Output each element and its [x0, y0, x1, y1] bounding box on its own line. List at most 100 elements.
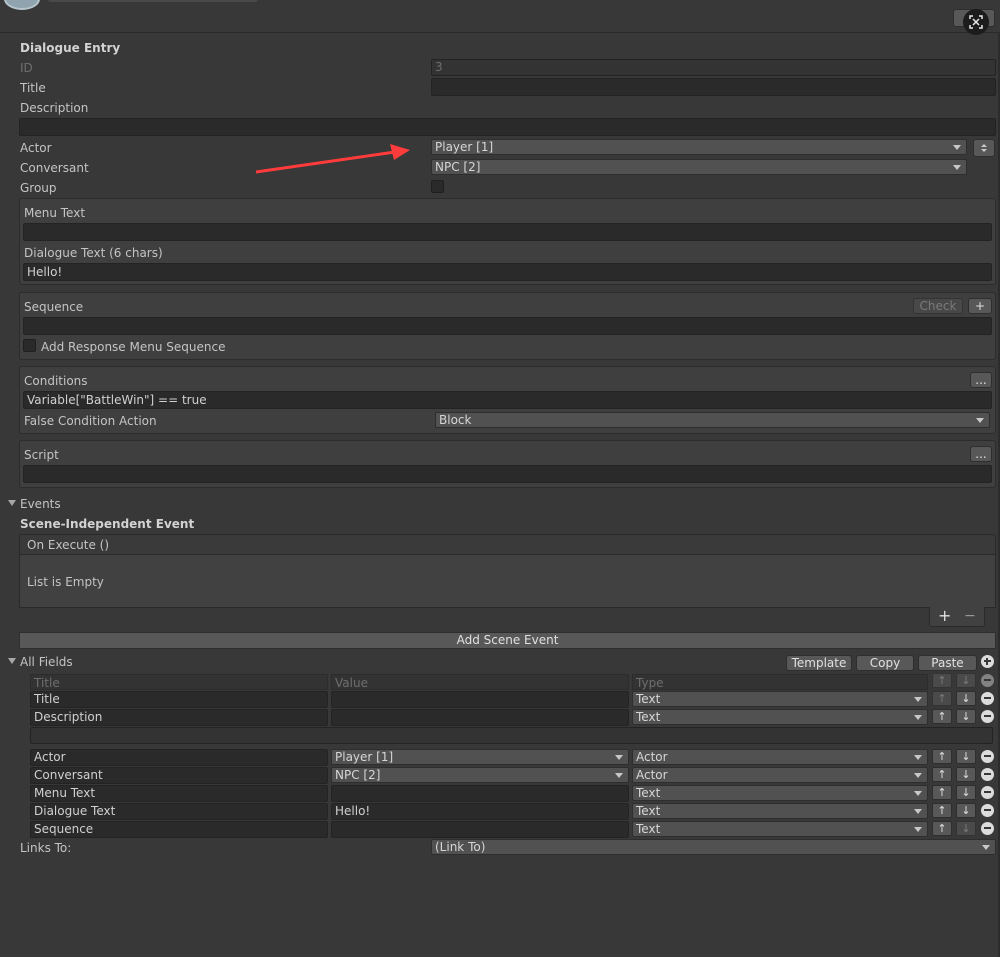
- title-input[interactable]: [431, 78, 996, 96]
- field-row-description-remove-icon[interactable]: [981, 710, 994, 723]
- field-row-sequence-title[interactable]: Sequence: [30, 821, 328, 838]
- all-fields-foldout-icon[interactable]: [8, 658, 16, 664]
- copy-button[interactable]: Copy: [856, 655, 914, 671]
- dialogue-text-input[interactable]: Hello!: [23, 263, 992, 281]
- field-row-sequence-remove-icon[interactable]: [981, 822, 994, 835]
- links-to-dropdown[interactable]: (Link To): [431, 839, 996, 855]
- chevron-down-icon: [914, 809, 922, 814]
- description-input[interactable]: [19, 118, 996, 136]
- add-scene-event-label: Add Scene Event: [456, 633, 559, 647]
- field-row-actor-title[interactable]: Actor: [30, 749, 328, 766]
- field-row-actor-type-dropdown[interactable]: Actor: [632, 749, 928, 765]
- sequence-label: Sequence: [24, 300, 84, 314]
- add-field-icon[interactable]: [981, 655, 994, 668]
- field-row-title-value[interactable]: [331, 691, 629, 708]
- field-row-dialogue-text-remove-icon[interactable]: [981, 804, 994, 817]
- arrow-up-icon: ↑: [937, 692, 947, 705]
- conversant-dropdown[interactable]: NPC [2]: [431, 159, 967, 175]
- field-row-conversant-title[interactable]: Conversant: [30, 767, 328, 784]
- field-title-text: Description: [34, 710, 103, 724]
- sequence-check-label: Check: [919, 299, 957, 313]
- field-row-title-remove-icon[interactable]: [981, 692, 994, 705]
- field-row-actor-value-dropdown[interactable]: Player [1]: [331, 749, 629, 765]
- chevron-down-icon: [976, 418, 984, 423]
- field-row-dialogue-text-move-down-button[interactable]: ↓: [956, 803, 976, 818]
- arrow-down-icon: ↓: [961, 804, 971, 817]
- field-row-sequence-type-dropdown[interactable]: Text: [632, 821, 928, 837]
- on-execute-header: [19, 534, 996, 554]
- sequence-check-button[interactable]: Check: [913, 298, 963, 314]
- conditions-more-button[interactable]: ...: [970, 372, 992, 388]
- field-row-sequence-move-up-button[interactable]: ↑: [932, 821, 952, 836]
- column-value-header: Value: [331, 674, 629, 690]
- field-row-title-type-dropdown[interactable]: Text: [632, 691, 928, 707]
- field-row-conversant-type-dropdown[interactable]: Actor: [632, 767, 928, 783]
- field-value-text: NPC [2]: [335, 768, 381, 782]
- actor-dropdown-value: Player [1]: [435, 140, 494, 154]
- field-row-menu-text-move-down-button[interactable]: ↓: [956, 785, 976, 800]
- field-row-menu-text-value[interactable]: [331, 785, 629, 802]
- add-response-sequence-checkbox[interactable]: [23, 339, 36, 352]
- field-row-sequence-value[interactable]: [331, 821, 629, 838]
- field-row-menu-text-remove-icon[interactable]: [981, 786, 994, 799]
- script-input[interactable]: [23, 465, 992, 483]
- field-row-conversant-move-down-button[interactable]: ↓: [956, 767, 976, 782]
- swap-icon: [981, 144, 987, 152]
- scene-independent-event-label: Scene-Independent Event: [20, 517, 195, 531]
- conversant-dropdown-value: NPC [2]: [435, 160, 481, 174]
- group-checkbox[interactable]: [431, 180, 444, 193]
- field-row-actor-move-up-button[interactable]: ↑: [932, 749, 952, 764]
- field-row-dialogue-text-title[interactable]: Dialogue Text: [30, 803, 328, 820]
- swap-actors-button[interactable]: [973, 139, 995, 157]
- add-scene-event-button[interactable]: Add Scene Event: [19, 632, 996, 649]
- paste-button[interactable]: Paste: [918, 655, 977, 671]
- script-label: Script: [24, 448, 59, 462]
- sequence-input[interactable]: [23, 317, 992, 335]
- arrow-down-icon: ↓: [961, 822, 971, 835]
- arrow-down-icon: ↓: [961, 750, 971, 763]
- arrow-up-icon: ↑: [937, 822, 947, 835]
- script-more-button[interactable]: ...: [970, 446, 992, 462]
- field-row-conversant-move-up-button[interactable]: ↑: [932, 767, 952, 782]
- title-label: Title: [20, 81, 46, 95]
- field-row-description-title[interactable]: Description: [30, 709, 328, 726]
- menu-text-input[interactable]: [23, 223, 992, 241]
- field-row-menu-text-move-up-button[interactable]: ↑: [932, 785, 952, 800]
- chevron-down-icon: [982, 845, 990, 850]
- description-multiline-value[interactable]: [30, 727, 993, 744]
- field-row-conversant-remove-icon[interactable]: [981, 768, 994, 781]
- field-row-menu-text-type-dropdown[interactable]: Text: [632, 785, 928, 801]
- field-row-actor-move-down-button[interactable]: ↓: [956, 749, 976, 764]
- arrow-down-icon: ↓: [961, 768, 971, 781]
- false-condition-action-dropdown[interactable]: Block: [435, 412, 990, 428]
- template-button[interactable]: Template: [786, 655, 852, 671]
- field-row-title-move-down-button[interactable]: ↓: [956, 691, 976, 706]
- arrow-down-icon: ↓: [961, 710, 971, 723]
- sequence-add-button[interactable]: +: [968, 298, 992, 314]
- all-fields-label[interactable]: All Fields: [20, 654, 73, 670]
- field-title-text: Actor: [34, 750, 66, 764]
- screenshot-icon[interactable]: [963, 9, 989, 35]
- events-label[interactable]: Events: [20, 496, 61, 512]
- field-row-actor-remove-icon[interactable]: [981, 750, 994, 763]
- remove-event-button[interactable]: −: [964, 608, 976, 624]
- arrow-up-icon: ↑: [937, 786, 947, 799]
- chevron-down-icon: [914, 791, 922, 796]
- field-row-description-move-down-button[interactable]: ↓: [956, 709, 976, 724]
- field-row-conversant-value-dropdown[interactable]: NPC [2]: [331, 767, 629, 783]
- field-row-dialogue-text-move-up-button[interactable]: ↑: [932, 803, 952, 818]
- conditions-input[interactable]: Variable["BattleWin"] == true: [23, 391, 992, 409]
- field-row-menu-text-title[interactable]: Menu Text: [30, 785, 328, 802]
- add-event-button[interactable]: +: [938, 608, 951, 624]
- chevron-down-icon: [953, 165, 961, 170]
- events-foldout-icon[interactable]: [8, 500, 16, 506]
- field-row-title-title[interactable]: Title: [30, 691, 328, 708]
- sequence-add-label: +: [974, 299, 986, 313]
- field-row-description-move-up-button[interactable]: ↑: [932, 709, 952, 724]
- actor-dropdown[interactable]: Player [1]: [431, 139, 967, 155]
- field-row-dialogue-text-type-dropdown[interactable]: Text: [632, 803, 928, 819]
- field-row-dialogue-text-value[interactable]: Hello!: [331, 803, 629, 820]
- header-move-up-button: ↑: [932, 673, 952, 688]
- field-row-description-type-dropdown[interactable]: Text: [632, 709, 928, 725]
- field-row-description-value[interactable]: [331, 709, 629, 726]
